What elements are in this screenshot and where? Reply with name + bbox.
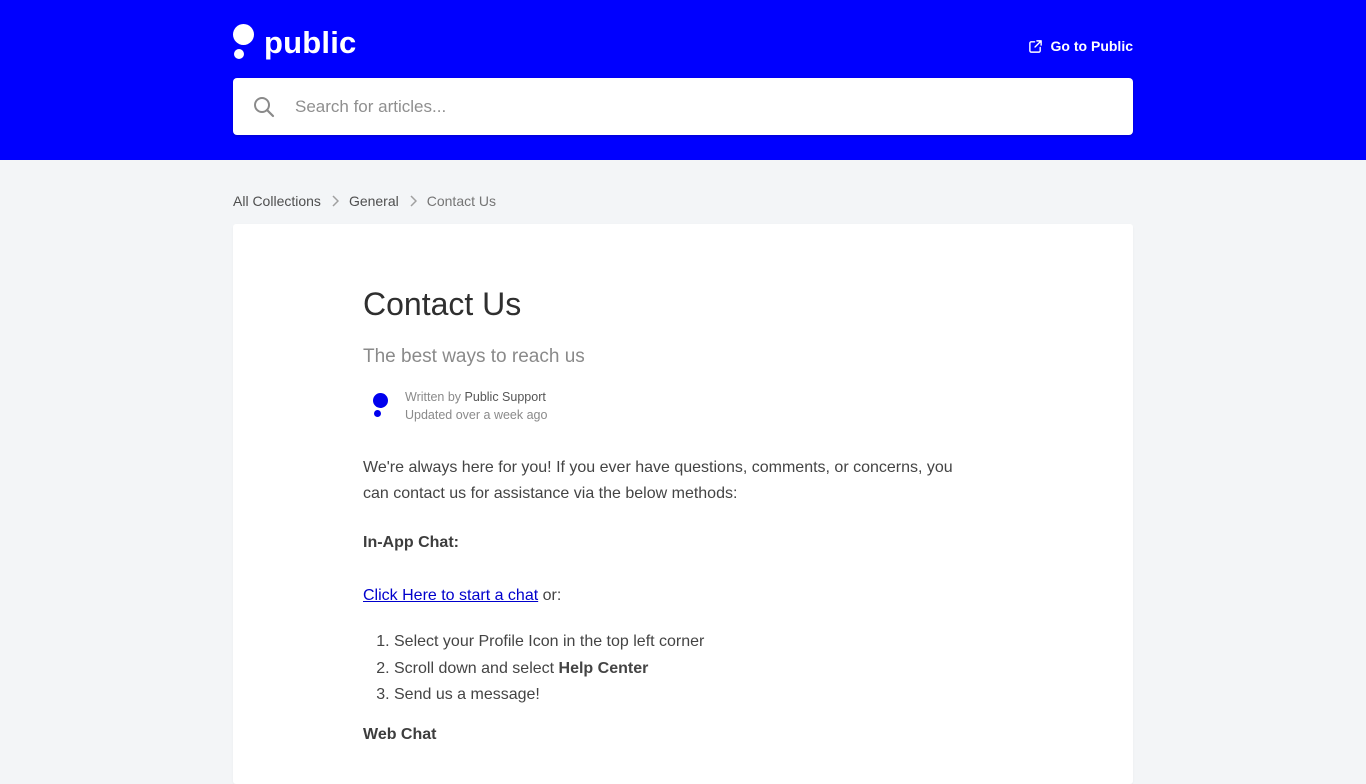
chevron-right-icon [331, 195, 339, 207]
chevron-right-icon [409, 195, 417, 207]
public-logo-icon [233, 24, 255, 62]
search-icon [253, 96, 275, 118]
breadcrumb-current: Contact Us [426, 193, 496, 209]
go-to-public-label: Go to Public [1050, 38, 1133, 54]
article-subtitle: The best ways to reach us [363, 346, 585, 367]
written-by-label: Written by [405, 390, 462, 404]
step-text: Send us a message! [394, 686, 540, 703]
section-heading-web-chat: Web Chat [363, 726, 437, 743]
go-to-public-link[interactable]: Go to Public [1028, 37, 1133, 55]
intro-line: We're always here for you! If you ever h… [363, 459, 953, 476]
start-chat-link[interactable]: Click Here to start a chat [363, 587, 538, 604]
step-text: Select your Profile Icon in the top left… [394, 633, 705, 650]
logo-text: public [264, 25, 357, 60]
header: public Go to Public [0, 0, 1366, 160]
updated-text: Updated over a week ago [405, 408, 548, 422]
search-bar[interactable] [233, 78, 1133, 135]
breadcrumb-all-collections[interactable]: All Collections [233, 193, 321, 209]
logo-link[interactable]: public [233, 24, 356, 62]
author-name: Public Support [464, 390, 546, 404]
list-item: Select your Profile Icon in the top left… [394, 629, 704, 656]
steps-list: Select your Profile Icon in the top left… [363, 629, 704, 709]
breadcrumb: All Collections General Contact Us [233, 192, 496, 210]
article-title: Contact Us [363, 286, 522, 322]
external-link-icon [1028, 39, 1042, 53]
author-meta: Written by Public Support Updated over a… [405, 388, 547, 424]
chat-suffix: or: [538, 587, 562, 604]
article-card: Contact Us The best ways to reach us Wri… [233, 224, 1133, 784]
chat-line: Click Here to start a chat or: [363, 587, 561, 605]
intro-paragraph: We're always here for you! If you ever h… [363, 455, 1003, 507]
intro-line: can contact us for assistance via the be… [363, 485, 738, 502]
author-block: Written by Public Support Updated over a… [363, 388, 547, 424]
public-avatar-icon [363, 390, 395, 422]
section-heading-in-app-chat: In-App Chat: [363, 534, 459, 551]
list-item: Send us a message! [394, 682, 704, 709]
list-item: Scroll down and select Help Center [394, 656, 704, 683]
search-input[interactable] [293, 95, 1097, 118]
step-text: Scroll down and select [394, 659, 559, 677]
breadcrumb-general[interactable]: General [349, 193, 399, 209]
step-bold-text: Help Center [558, 659, 649, 677]
